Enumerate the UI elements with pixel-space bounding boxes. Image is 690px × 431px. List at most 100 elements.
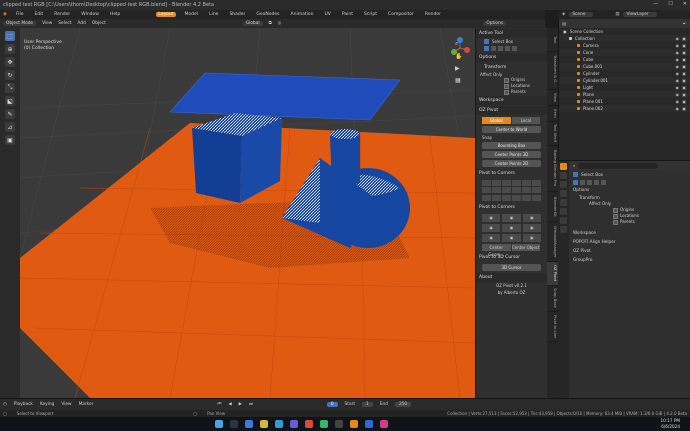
transform-tool-icon[interactable]: ⬕ — [5, 96, 15, 106]
mode-intersect-icon[interactable] — [601, 180, 606, 185]
workspace-tab-animation[interactable]: Animation — [289, 12, 316, 17]
corner-cell[interactable] — [502, 180, 511, 186]
mode-selector[interactable]: Object Mode — [3, 21, 37, 26]
taskbar-app-icon[interactable] — [305, 420, 313, 428]
outliner-row[interactable]: Cone ◉ ▣ — [559, 49, 690, 56]
visibility-icon[interactable]: ◉ ▣ — [675, 106, 687, 111]
mode-extend-icon[interactable] — [580, 180, 585, 185]
pivot-to-corners-section-b[interactable]: Pivot to Corners — [476, 203, 547, 212]
pivot-to-corners-section[interactable]: Pivot to Corners — [476, 169, 547, 178]
props-popoti-panel[interactable]: POPOTI Align Helper — [573, 237, 690, 246]
cursor-3d-button[interactable]: 3D Cursor — [482, 264, 541, 271]
render-properties-tab-icon[interactable] — [560, 172, 567, 179]
rotate-tool-icon[interactable]: ↻ — [5, 70, 15, 80]
mode-set-icon[interactable] — [573, 180, 578, 185]
view-menu[interactable]: View — [42, 21, 52, 26]
outliner-row[interactable]: Camera ◉ ▣ — [559, 42, 690, 49]
corner-cell[interactable] — [502, 187, 511, 193]
visibility-icon[interactable]: ◉ ▣ — [675, 50, 687, 55]
menu-help[interactable]: Help — [108, 12, 122, 17]
corner-cell[interactable] — [522, 195, 531, 201]
corner-cell[interactable] — [512, 180, 521, 186]
tab-blenderkit[interactable]: BlenderKit — [547, 192, 558, 222]
visibility-icon[interactable]: ◉ ▣ — [675, 71, 687, 76]
outliner-row[interactable]: Plane.002 ◉ ▣ — [559, 105, 690, 112]
workspace-tab-shader[interactable]: Shader — [227, 12, 247, 17]
properties-search-icon[interactable]: ⌕ — [573, 163, 575, 168]
options-button[interactable]: Options — [483, 21, 507, 26]
visibility-icon[interactable]: ◉ ▣ — [675, 64, 687, 69]
select-mode-invert-icon[interactable] — [505, 46, 510, 51]
output-properties-tab-icon[interactable] — [560, 181, 567, 188]
props-grouppro-panel[interactable]: GroupPro — [573, 255, 690, 264]
current-frame-field[interactable]: 0 — [326, 402, 338, 407]
move-tool-icon[interactable]: ✥ — [5, 57, 15, 67]
measure-tool-icon[interactable]: ⊿ — [5, 122, 15, 132]
proportional-icon[interactable]: ◎ — [278, 21, 282, 26]
visibility-icon[interactable]: ◉ ▣ — [675, 85, 687, 90]
workspace-tab-paint[interactable]: Paint — [340, 12, 355, 17]
tab-snap-base[interactable]: Snap Base — [547, 286, 558, 312]
taskbar-app-icon[interactable] — [275, 420, 283, 428]
windows-start-icon[interactable] — [215, 420, 223, 428]
global-button[interactable]: Global — [482, 117, 512, 124]
object-menu[interactable]: Object — [92, 21, 106, 26]
tab-windowmanager[interactable]: WindowManager — [547, 222, 558, 262]
parents-checkbox[interactable]: Parents — [476, 89, 547, 95]
marker-menu[interactable]: Marker — [79, 402, 94, 407]
minimize-button[interactable]: — — [653, 1, 658, 7]
corner-cell[interactable] — [482, 187, 491, 193]
annotate-tool-icon[interactable]: ✎ — [5, 109, 15, 119]
corner-cell[interactable] — [492, 187, 501, 193]
props-parents-checkbox[interactable]: Parents — [573, 219, 690, 225]
corner-cell[interactable] — [502, 195, 511, 201]
texture-properties-tab-icon[interactable] — [560, 226, 567, 233]
collection-properties-tab-icon[interactable] — [560, 217, 567, 224]
end-frame-field[interactable]: 250 — [394, 402, 412, 407]
tab-tool-shelf[interactable]: Tool Shelf — [547, 122, 558, 146]
cube-center-icon[interactable]: ▣ — [502, 234, 521, 242]
outliner-row[interactable]: Cylinder.001 ◉ ▣ — [559, 77, 690, 84]
cube-corner-icon[interactable]: ▣ — [522, 214, 541, 222]
workspace-tab-render[interactable]: Render — [423, 12, 443, 17]
cube-corner-icon[interactable]: ▣ — [482, 224, 501, 232]
zoom-icon[interactable]: ⌕ — [455, 40, 462, 48]
visibility-icon[interactable]: ◉ ▣ — [675, 92, 687, 97]
tab-tool[interactable]: Tool — [547, 28, 558, 52]
maximize-button[interactable]: ☐ — [668, 1, 672, 7]
visibility-icon[interactable]: ◉ ▣ — [675, 78, 687, 83]
view-layer-tab-icon[interactable] — [560, 190, 567, 197]
workspace-tab-geonodes[interactable]: GeoNodes — [254, 12, 281, 17]
tab-item[interactable]: Item — [547, 106, 558, 122]
workspace-tab-model[interactable]: Model — [183, 12, 201, 17]
tab-transform[interactable]: Transform & O... — [547, 52, 558, 90]
close-button[interactable]: ✕ — [683, 1, 687, 7]
visibility-icon[interactable]: ◉ ▣ — [675, 57, 687, 62]
workspace-tab-line[interactable]: Line — [207, 12, 220, 17]
select-mode-extend-icon[interactable] — [491, 46, 496, 51]
scene-collection-label[interactable]: Scene Collection — [570, 29, 603, 34]
visibility-icon[interactable]: ◉ ▣ — [675, 43, 687, 48]
cube-corner-icon[interactable]: ▣ — [482, 234, 501, 242]
corner-cell[interactable] — [512, 187, 521, 193]
outliner-display-icon[interactable]: ▤ — [562, 21, 566, 26]
viewlayer-selector[interactable]: ViewLayer — [623, 12, 657, 17]
cube-corner-icon[interactable]: ▣ — [482, 214, 501, 222]
snap-icon[interactable]: ⧉ — [269, 21, 272, 26]
keying-menu[interactable]: Keying — [40, 402, 54, 407]
menu-window[interactable]: Window — [79, 12, 101, 17]
cube-center-icon[interactable]: ▣ — [502, 224, 521, 232]
corner-cell[interactable] — [532, 187, 541, 193]
play-reverse-icon[interactable]: ◀ — [228, 402, 231, 407]
outliner-row[interactable]: Collection ◉ ▣ — [559, 35, 690, 42]
corner-cell[interactable] — [532, 195, 541, 201]
outliner-row[interactable]: Plane ◉ ▣ — [559, 91, 690, 98]
pan-icon[interactable]: ✋ — [455, 53, 462, 60]
viewport-3d[interactable] — [20, 28, 475, 398]
taskbar-app-icon[interactable] — [260, 420, 268, 428]
tab-pivot-to-line[interactable]: Pivot to Line — [547, 312, 558, 342]
transform-subpanel[interactable]: Transform — [476, 63, 547, 72]
scene-properties-tab-icon[interactable] — [560, 199, 567, 206]
corner-cell[interactable] — [532, 180, 541, 186]
grid-view-icon[interactable]: ▦ — [455, 77, 462, 84]
